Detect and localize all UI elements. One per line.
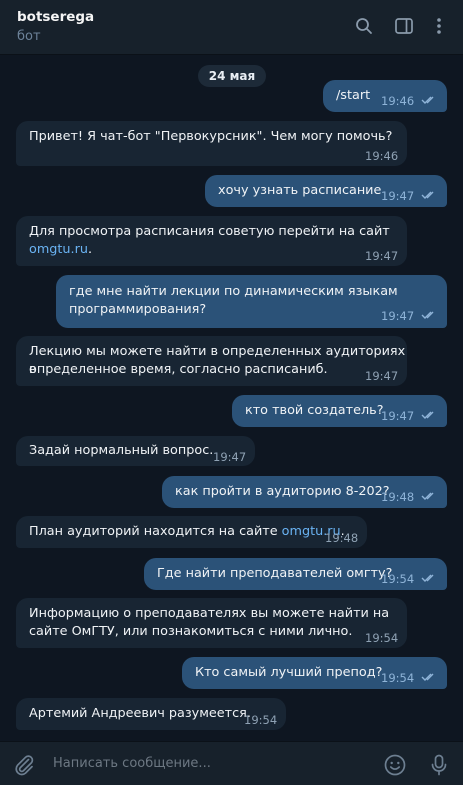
message-time: 19:54 (244, 713, 278, 727)
double-check-icon (421, 574, 434, 582)
message-text: Информацию о преподавателях вы можете на… (29, 606, 390, 621)
chat-title[interactable]: botserega (17, 9, 94, 25)
message-outgoing[interactable]: хочу узнать расписание 19:47 (205, 175, 447, 207)
search-icon[interactable] (353, 15, 375, 37)
message-time: 19:47 (381, 409, 415, 423)
double-check-icon (421, 673, 434, 681)
message-text: План аудиторий находится на сайте (29, 524, 282, 539)
message-text: где мне найти лекции по динамическим язы… (69, 284, 398, 299)
sidebar-toggle-icon[interactable] (393, 15, 415, 37)
message-incoming[interactable]: План аудиторий находится на сайте omgtu.… (16, 516, 367, 548)
message-text: программирования? (69, 302, 207, 317)
message-time: 19:54 (381, 572, 415, 586)
message-incoming[interactable]: Привет! Я чат-бот "Первокурсник". Чем мо… (16, 121, 407, 166)
message-text: кто твой создатель? (245, 403, 384, 418)
message-incoming[interactable]: Артемий Андреевич разумеется. 19:54 (16, 698, 286, 730)
message-link[interactable]: omgtu.ru (29, 242, 88, 257)
message-text: сайте ОмГТУ, или познакомиться с ними ли… (29, 624, 353, 639)
message-outgoing[interactable]: Где найти преподавателей омгту? 19:54 (144, 558, 447, 590)
more-vertical-icon[interactable] (428, 15, 450, 37)
message-outgoing[interactable]: как пройти в аудиторию 8-202? 19:48 (162, 476, 447, 508)
message-text: /start (336, 88, 371, 103)
message-text: Задай нормальный вопрос. (29, 443, 214, 458)
message-outgoing[interactable]: Кто самый лучший препод? 19:54 (182, 657, 447, 689)
message-time: 19:54 (381, 671, 415, 685)
message-outgoing[interactable]: кто твой создатель? 19:47 (232, 395, 447, 427)
double-check-icon (421, 492, 434, 500)
message-text: как пройти в аудиторию 8-202? (175, 484, 390, 499)
emoji-icon[interactable] (383, 753, 407, 777)
message-text: хочу узнать расписание (218, 183, 382, 198)
message-time: 19:48 (381, 490, 415, 504)
message-time: 19:47 (381, 309, 415, 323)
message-text-suffix: . (88, 242, 93, 257)
message-text: Кто самый лучший препод? (195, 665, 383, 680)
message-composer: Написать сообщение... (0, 741, 463, 785)
chat-header: botserega бот (0, 0, 463, 55)
message-text: Артемий Андреевич разумеется. (29, 706, 251, 721)
message-outgoing[interactable]: где мне найти лекции по динамическим язы… (56, 275, 447, 328)
message-time: 19:46 (365, 149, 399, 163)
message-list[interactable]: 24 мая /start 19:46 Привет! Я чат-бот "П… (0, 56, 463, 741)
message-text: Привет! Я чат-бот "Первокурсник". Чем мо… (29, 129, 393, 144)
message-text: Где найти преподавателей омгту? (157, 566, 393, 581)
date-separator: 24 мая (198, 65, 266, 87)
message-text: Для просмотра расписания советую перейти… (29, 224, 390, 239)
message-input[interactable]: Написать сообщение... (53, 756, 211, 771)
double-check-icon (421, 311, 434, 319)
message-incoming[interactable]: Информацию о преподавателях вы можете на… (16, 598, 407, 648)
double-check-icon (421, 411, 434, 419)
message-time: 19:47 (213, 450, 247, 464)
message-outgoing[interactable]: /start 19:46 (323, 80, 447, 112)
message-time: 19:47 (365, 369, 399, 383)
message-text: определенное время, согласно расписаниб. (29, 362, 328, 377)
message-incoming[interactable]: Лекцию мы можете найти в определенных ау… (16, 336, 407, 386)
double-check-icon (421, 191, 434, 199)
message-incoming[interactable]: Для просмотра расписания советую перейти… (16, 216, 407, 266)
message-incoming[interactable]: Задай нормальный вопрос. 19:47 (16, 436, 255, 466)
message-time: 19:47 (365, 249, 399, 263)
message-time: 19:54 (365, 631, 399, 645)
message-time: 19:47 (381, 189, 415, 203)
message-time: 19:46 (381, 94, 415, 108)
attach-icon[interactable] (12, 753, 36, 777)
double-check-icon (421, 96, 434, 104)
microphone-icon[interactable] (427, 753, 451, 777)
chat-subtitle: бот (17, 29, 41, 44)
message-time: 19:48 (325, 531, 359, 545)
